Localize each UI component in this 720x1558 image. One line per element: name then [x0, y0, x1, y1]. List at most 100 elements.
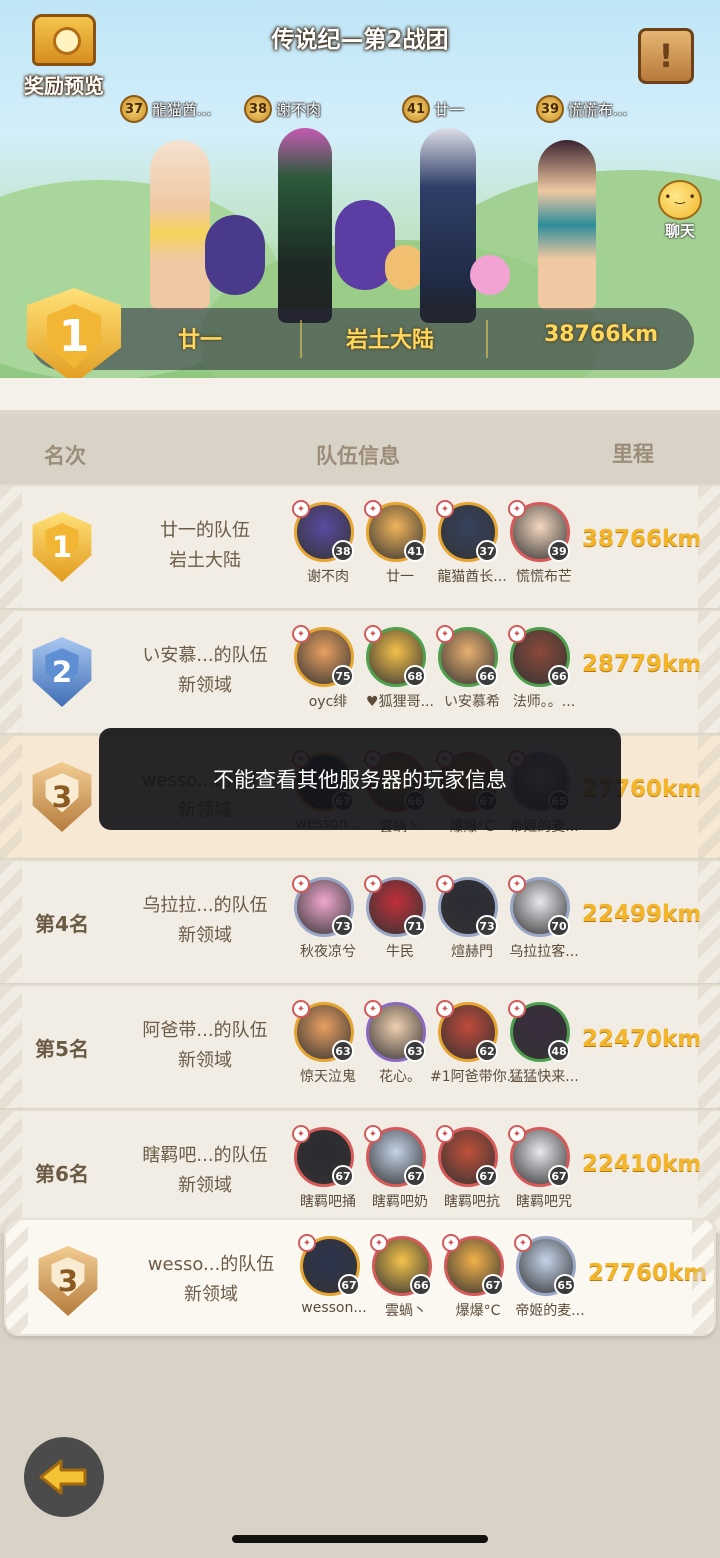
exclamation-scroll-icon[interactable]: ! [638, 28, 694, 84]
team-member[interactable]: ✦ 63 花心。 [364, 1000, 436, 1100]
team-member[interactable]: ✦ 39 慌慌布芒 [508, 500, 580, 600]
hero-member-tag: 39 慌慌布... [536, 94, 627, 124]
rank-cell: 第6名 [22, 1137, 102, 1207]
rank-3-medal-icon: 3 [33, 1246, 103, 1316]
medal-number: 3 [57, 1264, 79, 1298]
team-region: 新领域 [184, 1284, 238, 1305]
member-list: ✦ 63 惊天泣鬼 ✦ 63 花心。 ✦ 62 #1阿爸带你... ✦ 48 猛… [292, 1000, 580, 1100]
home-indicator[interactable] [232, 1535, 488, 1543]
team-member[interactable]: ✦ 37 龍猫酋长... [436, 500, 508, 600]
level-badge: 38 [244, 95, 272, 123]
team-member[interactable]: ✦ 62 #1阿爸带你... [430, 1000, 514, 1100]
hero-character [278, 128, 332, 323]
rank-cell: 3 [22, 762, 102, 832]
divider [300, 320, 302, 358]
col-team-header: 队伍信息 [316, 444, 400, 468]
member-name: 瞎羁吧咒 [516, 1194, 572, 1210]
team-member[interactable]: ✦ 66 雲蝸丶 [370, 1234, 442, 1334]
team-member[interactable]: ✦ 68 ♥狐狸哥... [364, 625, 436, 725]
level-badge: 39 [536, 95, 564, 123]
team-member[interactable]: ✦ 73 煊赫門 [436, 875, 508, 975]
rank-label: 第5名 [35, 1036, 89, 1061]
medal-number: 1 [51, 530, 73, 564]
member-level: 37 [476, 540, 498, 562]
team-member[interactable]: ✦ 73 秋夜凉兮 [292, 875, 364, 975]
team-member[interactable]: ✦ 48 猛猛快来... [508, 1000, 580, 1100]
medal-number: 2 [51, 655, 73, 689]
member-name: 法师。。... [512, 694, 576, 710]
team-member[interactable]: ✦ 71 牛民 [364, 875, 436, 975]
rank-cell: 2 [22, 637, 102, 707]
class-icon: ✦ [436, 1125, 454, 1143]
member-level: 67 [548, 1165, 570, 1187]
member-level: 38 [332, 540, 354, 562]
team-member[interactable]: ✦ 66 い安慕希 [436, 625, 508, 725]
class-icon: ✦ [292, 1125, 310, 1143]
ranking-row[interactable]: 1 廿一的队伍 岩土大陆 ✦ 38 谢不肉 ✦ 41 廿一 ✦ 37 龍猫酋长.… [0, 484, 720, 608]
reward-preview-label: 奖励预览 [24, 74, 104, 98]
member-level: 67 [332, 1165, 354, 1187]
ranking-row[interactable]: 2 い安慕...的队伍 新领域 ✦ 75 oyc绯 ✦ 68 ♥狐狸哥... ✦… [0, 609, 720, 733]
ranking-row[interactable]: 第4名 乌拉拉...的队伍 新领域 ✦ 73 秋夜凉兮 ✦ 71 牛民 ✦ 73… [0, 859, 720, 983]
team-member[interactable]: ✦ 38 谢不肉 [292, 500, 364, 600]
toast-message: 不能查看其他服务器的玩家信息 [99, 728, 621, 830]
chat-button[interactable]: 聊天 [648, 180, 712, 244]
team-member[interactable]: ✦ 65 帝姬的麦... [514, 1234, 586, 1334]
arrow-left-icon [39, 1459, 87, 1495]
rank-1-medal-icon: 1 [27, 512, 97, 582]
team-name: い安慕...的队伍 [142, 645, 268, 666]
member-level: 66 [410, 1274, 432, 1296]
rank-2-medal-icon: 2 [27, 637, 97, 707]
hero-pet [205, 215, 265, 295]
leader-distance: 38766km [544, 322, 659, 347]
member-level: 63 [404, 1040, 426, 1062]
hero-member-name: 谢不肉 [276, 100, 322, 119]
team-member[interactable]: ✦ 67 爆爆°C [442, 1234, 514, 1334]
member-level: 73 [332, 915, 354, 937]
team-member[interactable]: ✦ 70 乌拉拉客... [508, 875, 580, 975]
member-name: 慌慌布芒 [516, 569, 572, 585]
team-region: 新领域 [178, 1050, 232, 1071]
class-icon: ✦ [292, 875, 310, 893]
team-member[interactable]: ✦ 67 瞎羁吧捅 [292, 1125, 364, 1225]
team-member[interactable]: ✦ 63 惊天泣鬼 [292, 1000, 364, 1100]
ranking-row[interactable]: 第6名 瞎羁吧...的队伍 新领域 ✦ 67 瞎羁吧捅 ✦ 67 瞎羁吧奶 ✦ … [0, 1109, 720, 1233]
back-button[interactable] [24, 1437, 104, 1517]
team-member[interactable]: ✦ 67 瞎羁吧抗 [436, 1125, 508, 1225]
team-member[interactable]: ✦ 66 法师。。... [508, 625, 580, 725]
hero-scene: 奖励预览 传说纪—第2战团 ! 37 龍猫酋... 38 谢不肉 41 廿一 3… [0, 0, 720, 385]
hero-pet [470, 255, 510, 295]
team-name: 廿一的队伍 [160, 520, 250, 541]
ranking-row[interactable]: 第5名 阿爸带...的队伍 新领域 ✦ 63 惊天泣鬼 ✦ 63 花心。 ✦ 6… [0, 984, 720, 1108]
team-member[interactable]: ✦ 67 wesson... [298, 1234, 370, 1334]
member-level: 67 [404, 1165, 426, 1187]
toast-text: 不能查看其他服务器的玩家信息 [213, 768, 507, 792]
team-member[interactable]: ✦ 67 瞎羁吧咒 [508, 1125, 580, 1225]
class-icon: ✦ [508, 625, 526, 643]
class-icon: ✦ [292, 1000, 310, 1018]
member-level: 63 [332, 1040, 354, 1062]
member-level: 68 [404, 665, 426, 687]
member-name: 乌拉拉客... [509, 944, 579, 960]
divider [486, 320, 488, 358]
team-member[interactable]: ✦ 67 瞎羁吧奶 [364, 1125, 436, 1225]
ranking-row[interactable]: 3 wesso...的队伍 新领域 ✦ 67 wesson... ✦ 66 雲蝸… [4, 1218, 716, 1336]
member-list: ✦ 73 秋夜凉兮 ✦ 71 牛民 ✦ 73 煊赫門 ✦ 70 乌拉拉客... [292, 875, 580, 975]
team-info: い安慕...的队伍 新领域 [120, 641, 290, 701]
team-info: wesso...的队伍 新领域 [126, 1250, 296, 1310]
team-distance: 28779km [582, 651, 702, 677]
hero-member-name: 慌慌布... [568, 100, 628, 119]
level-badge: 37 [120, 95, 148, 123]
team-name: 阿爸带...的队伍 [142, 1020, 268, 1041]
team-member[interactable]: ✦ 41 廿一 [364, 500, 436, 600]
class-icon: ✦ [514, 1234, 532, 1252]
hero-character [420, 128, 476, 323]
hero-member-name: 龍猫酋... [152, 100, 212, 119]
member-list: ✦ 38 谢不肉 ✦ 41 廿一 ✦ 37 龍猫酋长... ✦ 39 慌慌布芒 [292, 500, 578, 600]
chat-label: 聊天 [664, 222, 695, 240]
team-name: 乌拉拉...的队伍 [142, 895, 268, 916]
rank-label: 第4名 [35, 911, 89, 936]
hero-pet [385, 245, 425, 290]
team-member[interactable]: ✦ 75 oyc绯 [292, 625, 364, 725]
class-icon: ✦ [364, 1000, 382, 1018]
